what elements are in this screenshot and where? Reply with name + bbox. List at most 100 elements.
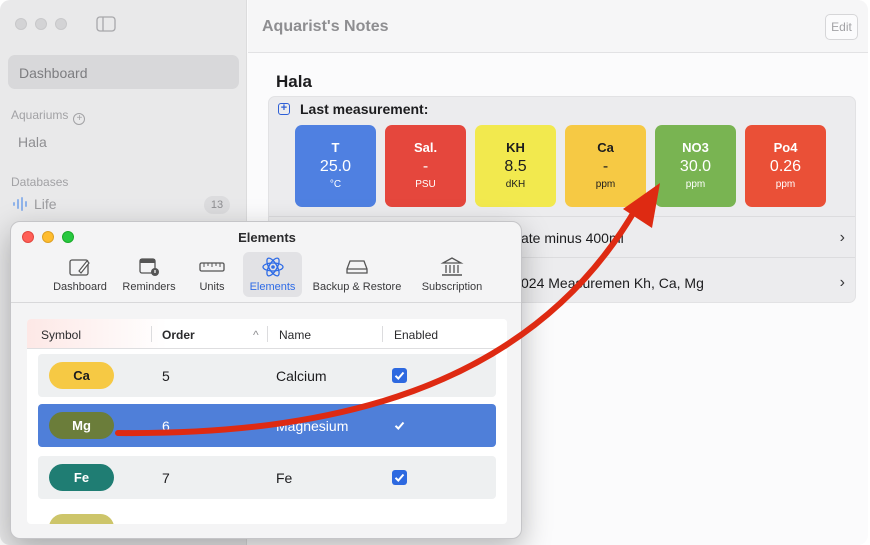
card-unit: PSU	[415, 179, 436, 190]
tab-label: Dashboard	[53, 281, 107, 293]
measurement-card-t[interactable]: T 25.0 °C	[295, 125, 376, 207]
measurement-card-ca[interactable]: Ca - ppm	[565, 125, 646, 207]
table-row-selected[interactable]: Mg 6 Magnesium	[38, 404, 496, 447]
tab-subscription[interactable]: Subscription	[412, 252, 492, 297]
edit-button[interactable]: Edit	[825, 14, 858, 40]
table-row[interactable]: Fe 7 Fe	[38, 456, 496, 499]
aquarium-title: Hala	[276, 72, 312, 91]
last-measurement-label: Last measurement:	[300, 101, 429, 117]
checkmark-icon	[394, 371, 405, 380]
drive-icon	[346, 260, 368, 274]
card-symbol: T	[331, 140, 340, 155]
chevron-right-icon: ›	[839, 274, 845, 291]
dashboard-edit-icon	[69, 259, 90, 276]
checkmark-icon	[394, 473, 405, 482]
atom-icon	[261, 257, 284, 277]
card-symbol: KH	[506, 140, 525, 155]
tab-backup-restore[interactable]: Backup & Restore	[302, 252, 412, 297]
app-title: Aquarist's Notes	[262, 18, 389, 35]
add-aquarium-icon[interactable]: +	[73, 113, 86, 125]
content-toolbar: Aquarist's Notes Edit	[248, 0, 868, 53]
enabled-checkbox[interactable]	[392, 368, 407, 383]
cell-name: Calcium	[276, 368, 327, 384]
card-value: 25.0	[319, 158, 352, 175]
sort-ascending-icon: ^	[253, 328, 259, 342]
card-value: 30.0	[679, 158, 712, 175]
measurement-cards: T 25.0 °C Sal. - PSU KH 8.5 dKH Ca - ppm NO3 30.0…	[295, 125, 826, 207]
column-header-enabled[interactable]: Enabled	[394, 328, 438, 342]
settings-window-title: Elements	[238, 230, 296, 245]
card-unit: dKH	[505, 179, 526, 190]
life-count-badge: 13	[204, 196, 230, 214]
sidebar-item-life[interactable]: Life	[12, 196, 57, 212]
sidebar-item-life-label: Life	[34, 196, 57, 212]
aquariums-section-label: Aquariums	[11, 108, 69, 122]
measurement-card-sal[interactable]: Sal. - PSU	[385, 125, 466, 207]
tab-elements[interactable]: Elements	[243, 252, 302, 297]
column-header-order[interactable]: Order	[162, 328, 195, 342]
waveform-icon	[13, 197, 27, 211]
table-header: Symbol Order ^ Name Enabled	[27, 319, 507, 349]
reminders-calendar-icon	[139, 258, 159, 276]
checkmark-icon	[394, 421, 405, 430]
measurement-card-no3[interactable]: NO3 30.0 ppm	[655, 125, 736, 207]
sidebar-item-dashboard[interactable]: Dashboard	[8, 55, 239, 89]
chevron-right-icon: ›	[839, 229, 845, 246]
sidebar-toggle-icon[interactable]	[96, 16, 116, 32]
tab-label: Elements	[249, 281, 296, 293]
column-divider	[151, 326, 152, 342]
measurement-card-kh[interactable]: KH 8.5 dKH	[475, 125, 556, 207]
card-value: -	[602, 158, 609, 175]
tab-label: Subscription	[421, 281, 483, 293]
tab-reminders[interactable]: Reminders	[117, 252, 181, 297]
card-symbol: Ca	[597, 140, 614, 155]
tab-label: Units	[199, 281, 225, 293]
cell-name: Fe	[276, 470, 293, 486]
main-window-controls	[15, 18, 67, 30]
enabled-checkbox[interactable]	[392, 418, 407, 433]
toolbar-divider	[11, 302, 521, 303]
tab-units[interactable]: Units	[181, 252, 243, 297]
card-unit: °C	[329, 179, 342, 190]
ruler-icon	[199, 262, 225, 272]
element-symbol-pill: Fe	[49, 464, 114, 491]
expand-icon[interactable]: +	[278, 103, 290, 115]
tab-label: Backup & Restore	[312, 281, 402, 293]
sidebar-item-hala[interactable]: Hala	[18, 134, 47, 150]
enabled-checkbox[interactable]	[392, 470, 407, 485]
cell-order: 7	[162, 470, 170, 486]
card-symbol: NO3	[682, 140, 709, 155]
card-unit: ppm	[595, 179, 616, 190]
tab-dashboard[interactable]: Dashboard	[43, 252, 117, 297]
table-row-partial[interactable]	[38, 507, 496, 524]
card-unit: ppm	[775, 179, 796, 190]
note-row-text: 024 Measuremen Kh, Ca, Mg	[521, 275, 704, 291]
card-unit: ppm	[685, 179, 706, 190]
databases-section-header: Databases	[11, 175, 69, 189]
bank-icon	[440, 257, 464, 276]
elements-table: Symbol Order ^ Name Enabled Ca 5 Calcium…	[27, 319, 507, 524]
aquariums-section-header: Aquariums +	[11, 108, 86, 125]
column-header-symbol[interactable]: Symbol	[41, 328, 81, 342]
card-value: -	[422, 158, 429, 175]
element-symbol-pill	[49, 514, 114, 524]
column-divider	[267, 326, 268, 342]
card-symbol: Sal.	[413, 140, 438, 155]
card-symbol: Po4	[773, 140, 798, 155]
minimize-button[interactable]	[35, 18, 47, 30]
table-row[interactable]: Ca 5 Calcium	[38, 354, 496, 397]
card-value: 8.5	[504, 158, 527, 175]
zoom-button[interactable]	[55, 18, 67, 30]
close-button[interactable]	[15, 18, 27, 30]
column-divider	[382, 326, 383, 342]
measurement-card-po4[interactable]: Po4 0.26 ppm	[745, 125, 826, 207]
tab-label: Reminders	[122, 281, 176, 293]
cell-order: 5	[162, 368, 170, 384]
divider	[269, 216, 855, 217]
elements-settings-window: Elements Dashboard Reminders Units Eleme…	[10, 221, 522, 539]
note-row-text: ate minus 400ml	[521, 230, 624, 246]
element-symbol-pill: Mg	[49, 412, 114, 439]
column-header-name[interactable]: Name	[279, 328, 311, 342]
cell-name: Magnesium	[276, 418, 349, 434]
settings-toolbar: Dashboard Reminders Units Elements Backu…	[43, 252, 492, 297]
